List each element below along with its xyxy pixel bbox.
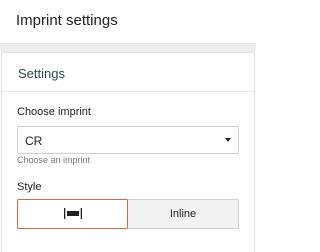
style-option-inline[interactable]: Inline (128, 200, 238, 228)
style-segmented-control: Inline (17, 199, 239, 229)
imprint-select[interactable]: CR (17, 126, 239, 154)
style-label: Style (17, 181, 42, 193)
page-title: Imprint settings (0, 0, 256, 44)
imprint-select-value: CR (25, 134, 43, 148)
section-divider (0, 44, 256, 52)
caret-down-icon (225, 138, 231, 142)
imprint-help-text: Choose an imprint (17, 155, 91, 165)
choose-imprint-label: Choose imprint (17, 106, 91, 118)
block-style-icon (64, 208, 82, 219)
style-option-block[interactable] (17, 199, 128, 229)
panel-title: Settings (2, 53, 254, 92)
